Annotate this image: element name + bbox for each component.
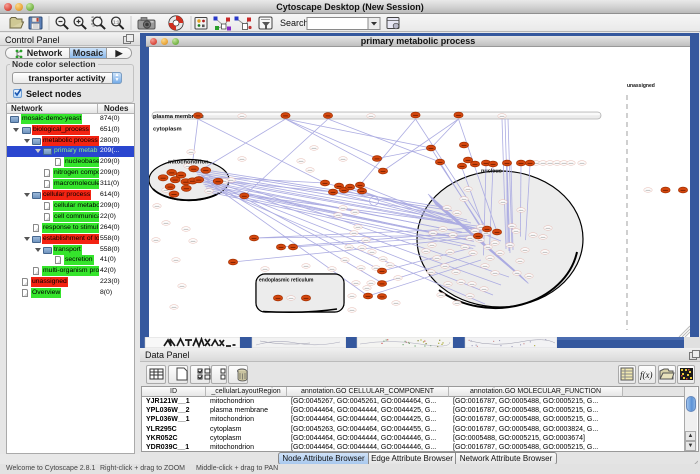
svg-text:unassigned: unassigned: [627, 83, 655, 89]
svg-text:mitochondrion: mitochondrion: [168, 160, 209, 166]
svg-text:endoplasmic reticulum: endoplasmic reticulum: [259, 278, 314, 284]
svg-text:Search:: Search:: [280, 18, 311, 28]
svg-text:cytoplasm: cytoplasm: [153, 127, 182, 133]
svg-text:1:1: 1:1: [113, 20, 120, 25]
svg-text:nucleus: nucleus: [481, 169, 502, 175]
svg-text:f(x): f(x): [640, 370, 653, 380]
